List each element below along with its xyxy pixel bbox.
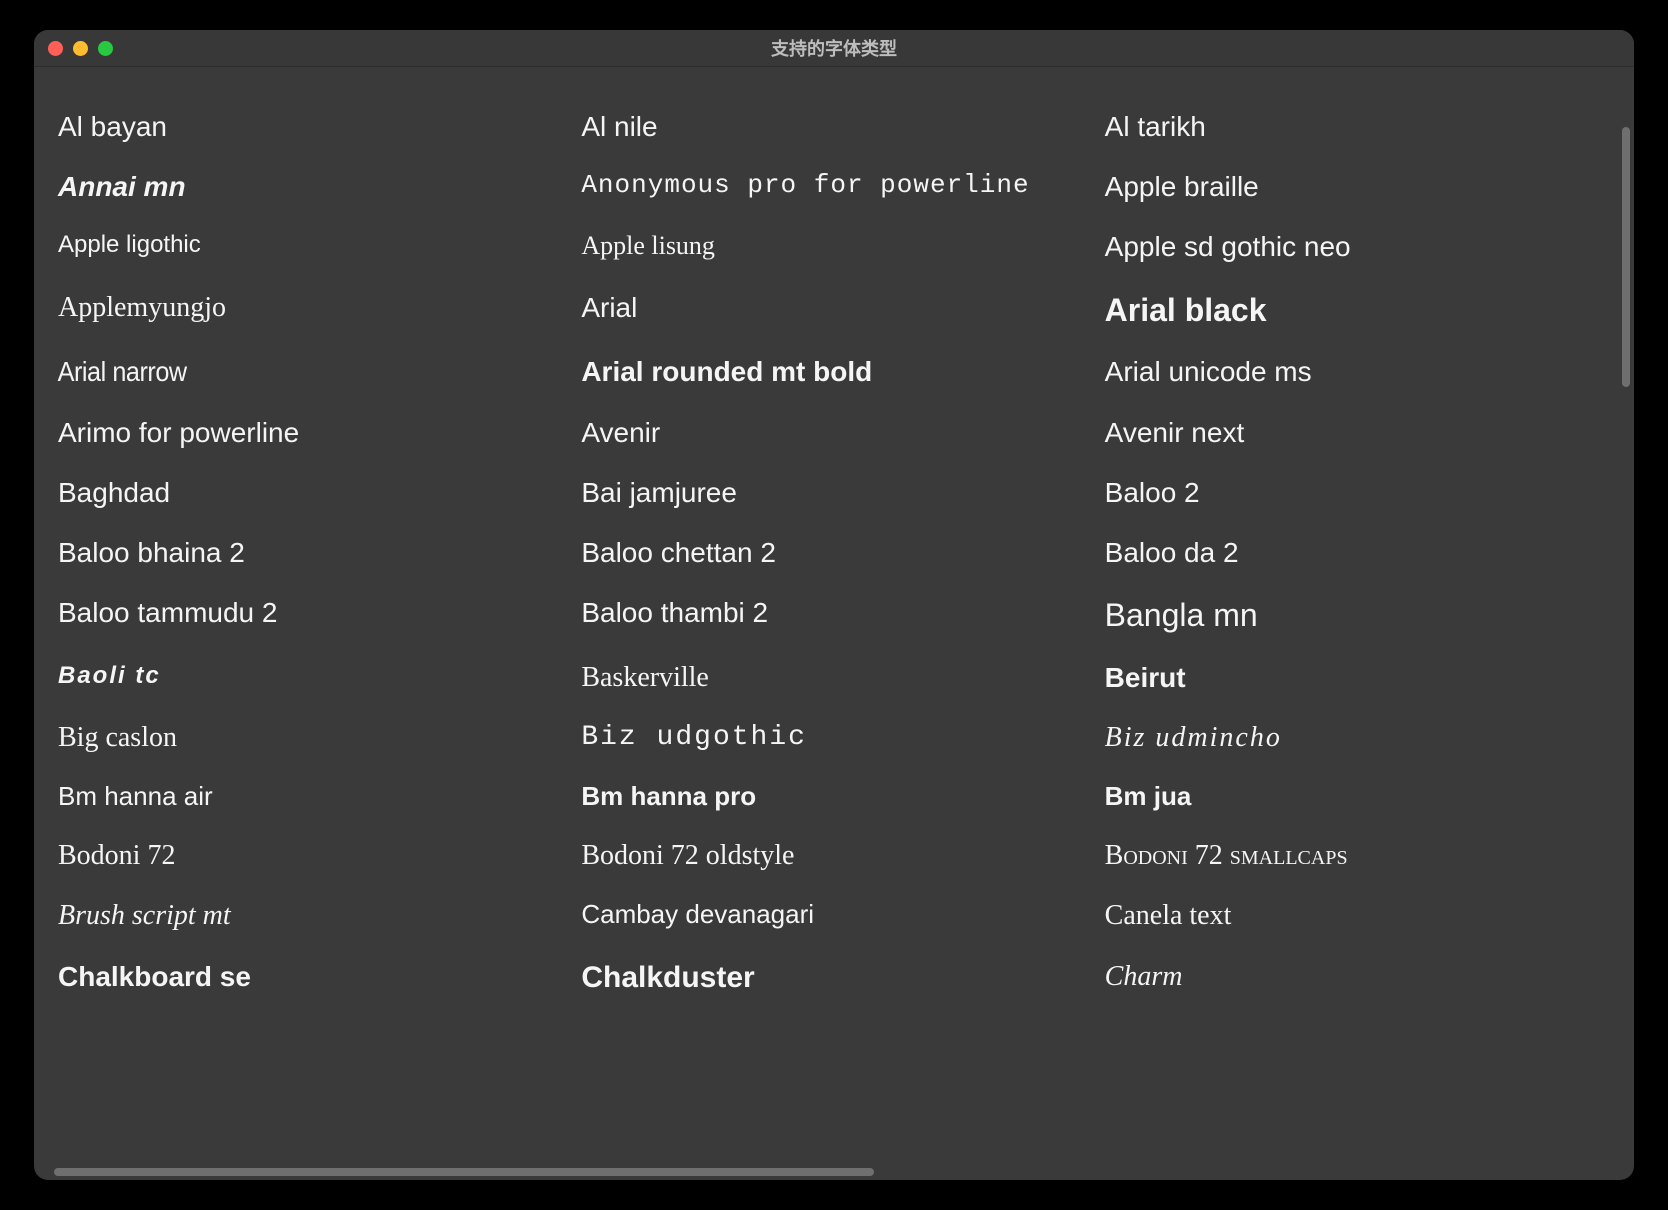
font-item[interactable]: Arial	[577, 278, 1090, 343]
font-item[interactable]: Big caslon	[54, 708, 567, 768]
font-item[interactable]: Al tarikh	[1101, 97, 1614, 157]
font-item[interactable]: Canela text	[1101, 886, 1614, 946]
titlebar: 支持的字体类型	[34, 30, 1634, 67]
font-item[interactable]: Avenir next	[1101, 403, 1614, 463]
font-item[interactable]: Baghdad	[54, 463, 567, 523]
font-item[interactable]: Al bayan	[54, 97, 567, 157]
font-item[interactable]: Arial rounded mt bold	[577, 342, 1090, 402]
font-item[interactable]: Biz udmincho	[1101, 708, 1614, 768]
font-item[interactable]: Bangla mn	[1101, 583, 1614, 648]
vertical-scrollbar[interactable]	[1622, 127, 1630, 387]
font-item[interactable]: Arial narrow	[54, 342, 516, 402]
font-item[interactable]: Charm	[1101, 947, 1614, 1010]
font-item[interactable]: Apple sd gothic neo	[1101, 217, 1614, 277]
font-item[interactable]: Baloo bhaina 2	[54, 523, 567, 583]
font-item[interactable]: Biz udgothic	[577, 708, 1090, 768]
font-grid[interactable]: Al bayanAl nileAl tarikh Annai mnAnonymou…	[34, 67, 1634, 1180]
font-item[interactable]: Anonymous pro for powerline	[577, 157, 1090, 217]
font-item[interactable]: Applemyungjo	[54, 278, 567, 343]
font-item[interactable]: Baskerville	[577, 648, 1090, 708]
window-title: 支持的字体类型	[34, 35, 1634, 61]
font-item[interactable]: Baloo thambi 2	[577, 583, 1090, 648]
font-item[interactable]: Cambay devanagari	[577, 886, 1090, 946]
font-item[interactable]: Baloo da 2	[1101, 523, 1614, 583]
font-item[interactable]: Bodoni 72 smallcaps	[1101, 826, 1614, 886]
font-item[interactable]: Chalkduster	[577, 947, 1090, 1010]
font-item[interactable]: Baloo chettan 2	[577, 523, 1090, 583]
font-item[interactable]: Apple lisung	[577, 217, 1090, 277]
font-item[interactable]: Bodoni 72 oldstyle	[577, 826, 1090, 886]
font-item[interactable]: Baloo 2	[1101, 463, 1614, 523]
font-item[interactable]: Al nile	[577, 97, 1090, 157]
horizontal-scrollbar[interactable]	[54, 1168, 874, 1176]
font-item[interactable]: Baoli tc	[54, 648, 567, 708]
font-item[interactable]: Arial unicode ms	[1101, 342, 1614, 402]
font-item[interactable]: Bm jua	[1101, 768, 1614, 826]
font-item[interactable]: Arial black	[1101, 278, 1614, 343]
font-item[interactable]: Beirut	[1101, 648, 1614, 708]
font-item[interactable]: Annai mn	[54, 157, 567, 217]
font-item[interactable]: Apple ligothic	[54, 217, 567, 277]
font-item[interactable]: Bm hanna air	[54, 768, 567, 826]
font-window: 支持的字体类型 Al bayanAl nileAl tarikh Annai mn…	[34, 30, 1634, 1180]
font-item[interactable]: Arimo for powerline	[54, 403, 567, 463]
content-wrap: Al bayanAl nileAl tarikh Annai mnAnonymou…	[34, 67, 1634, 1180]
font-item[interactable]: Chalkboard se	[54, 947, 567, 1010]
font-item[interactable]: Apple braille	[1101, 157, 1614, 217]
font-item[interactable]: Brush script mt	[54, 886, 567, 946]
font-item[interactable]: Baloo tammudu 2	[54, 583, 567, 648]
font-item[interactable]: Bodoni 72	[54, 826, 567, 886]
font-item[interactable]: Avenir	[577, 403, 1090, 463]
font-item[interactable]: Bm hanna pro	[577, 768, 1090, 826]
font-item[interactable]: Bai jamjuree	[577, 463, 1090, 523]
